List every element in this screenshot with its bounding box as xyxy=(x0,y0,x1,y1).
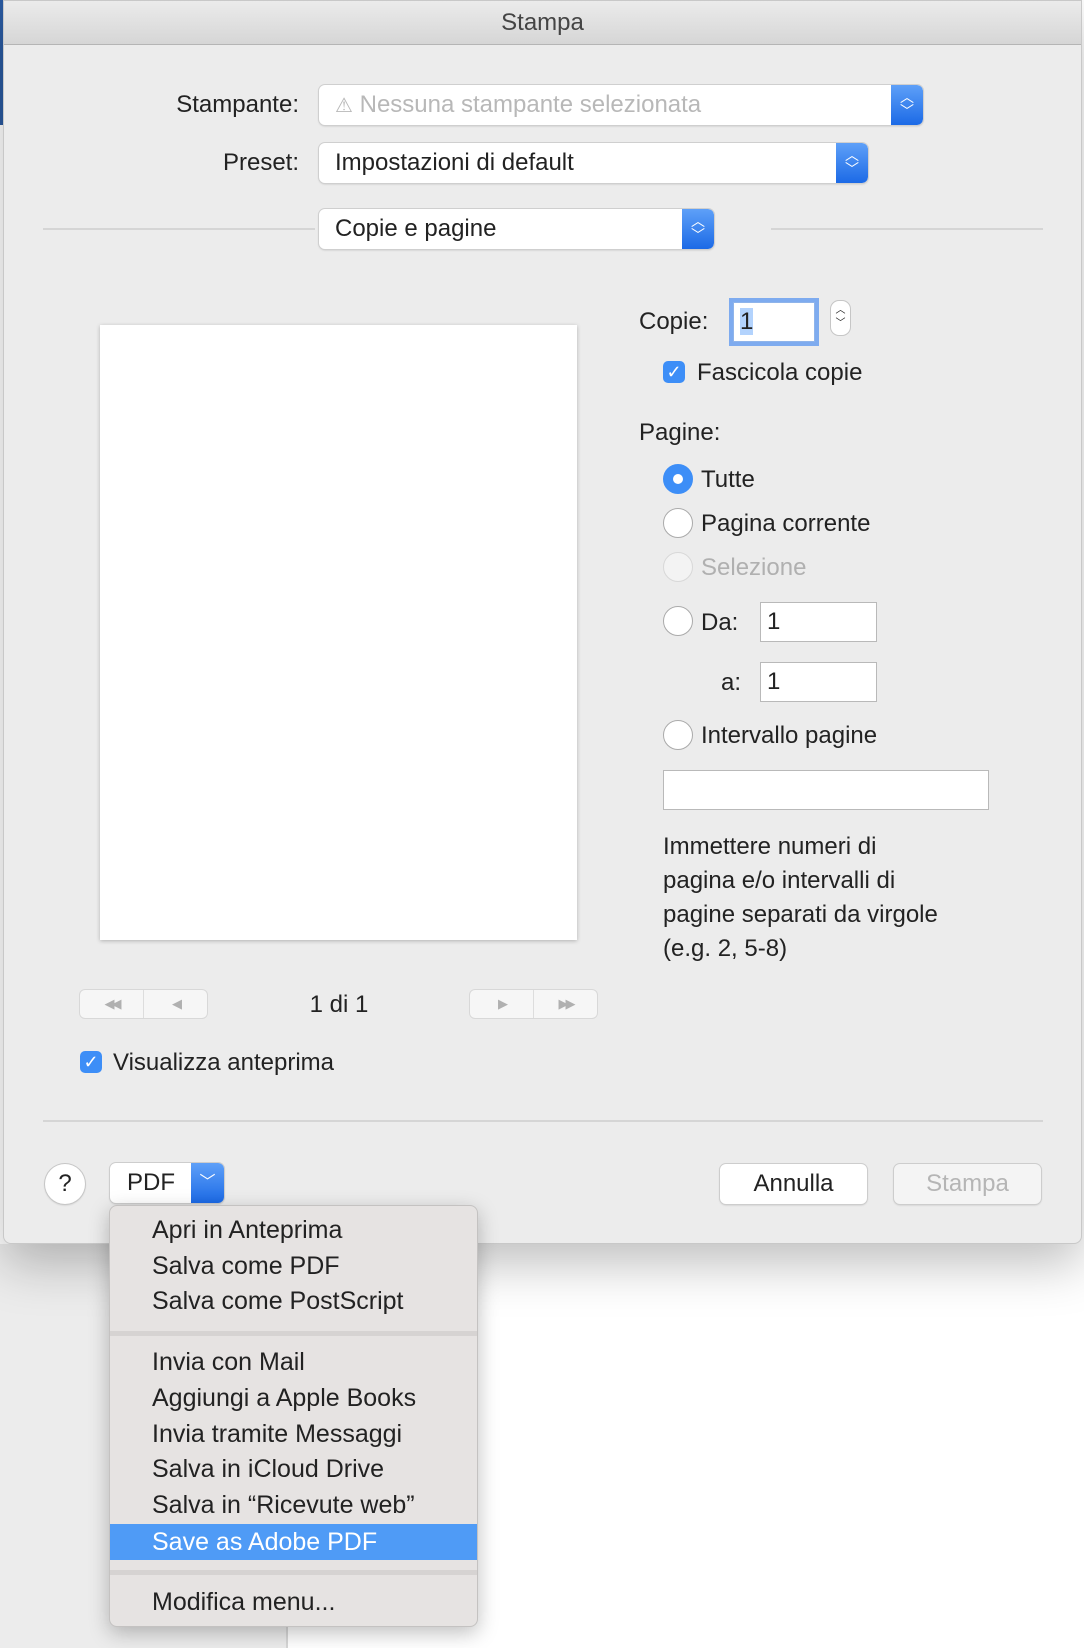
page-range-input[interactable] xyxy=(663,770,989,810)
chevron-down-icon: ﹀ xyxy=(191,1163,224,1203)
radio-current-label: Pagina corrente xyxy=(701,510,871,537)
menu-item-edit-menu[interactable]: Modifica menu... xyxy=(110,1584,477,1620)
help-line: pagine separati da virgole xyxy=(663,901,938,928)
radio-selection xyxy=(663,552,693,582)
radio-current-page[interactable] xyxy=(663,508,693,538)
chevron-updown-icon: ︿ ﹀ xyxy=(836,143,868,183)
help-button[interactable]: ? xyxy=(45,1164,85,1204)
radio-page-range[interactable] xyxy=(663,720,693,750)
first-page-button[interactable]: ◀◀ xyxy=(80,990,143,1018)
printer-popup[interactable]: ⚠ Nessuna stampante selezionata ︿ ﹀ xyxy=(319,85,923,125)
last-page-button[interactable]: ▶▶ xyxy=(533,990,597,1018)
dialog-title: Stampa xyxy=(4,1,1081,45)
preset-value: Impostazioni di default xyxy=(335,149,574,176)
radio-selection-label: Selezione xyxy=(701,554,807,581)
menu-item-web-receipts[interactable]: Salva in “Ricevute web” xyxy=(110,1487,477,1523)
preview-nav-forward[interactable]: ▶ ▶▶ xyxy=(470,990,597,1018)
help-line: pagina e/o intervalli di xyxy=(663,867,896,894)
radio-all-pages[interactable] xyxy=(663,464,693,494)
from-label: Da: xyxy=(701,609,739,636)
pdf-dropdown-menu: Apri in Anteprima Salva come PDF Salva c… xyxy=(109,1205,478,1627)
previous-page-button[interactable]: ◀ xyxy=(143,990,207,1018)
help-line: Immettere numeri di xyxy=(663,833,877,860)
collate-checkbox[interactable]: ✓ xyxy=(663,361,685,383)
pdf-menu-button[interactable]: PDF ﹀ xyxy=(110,1163,224,1203)
menu-separator xyxy=(110,1570,477,1575)
to-label: a: xyxy=(721,669,742,696)
menu-item-save-postscript[interactable]: Salva come PostScript xyxy=(110,1283,477,1319)
menu-item-save-pdf[interactable]: Salva come PDF xyxy=(110,1248,477,1284)
menu-item-send-mail[interactable]: Invia con Mail xyxy=(110,1344,477,1380)
menu-item-icloud-drive[interactable]: Salva in iCloud Drive xyxy=(110,1451,477,1487)
print-dialog: Stampa Stampante: ⚠ Nessuna stampante se… xyxy=(3,0,1082,1244)
chevron-updown-icon: ︿ ﹀ xyxy=(682,209,714,249)
menu-item-send-messages[interactable]: Invia tramite Messaggi xyxy=(110,1416,477,1452)
page-indicator: 1 di 1 xyxy=(309,991,369,1018)
menu-item-save-adobe-pdf[interactable]: Save as Adobe PDF xyxy=(110,1524,477,1560)
pdf-label: PDF xyxy=(127,1169,175,1196)
copies-input[interactable]: 1 xyxy=(733,302,815,342)
menu-item-open-preview[interactable]: Apri in Anteprima xyxy=(110,1212,477,1248)
preset-popup[interactable]: Impostazioni di default ︿ ﹀ xyxy=(319,143,868,183)
to-input[interactable]: 1 xyxy=(760,662,877,702)
printer-label: Stampante: xyxy=(176,91,299,118)
preview-nav-back: ◀◀ ◀ xyxy=(80,990,207,1018)
collate-label: Fascicola copie xyxy=(697,359,863,386)
pages-label: Pagine: xyxy=(639,419,721,446)
page-preview xyxy=(100,325,577,940)
page-range-help: Immettere numeri di pagina e/o intervall… xyxy=(663,830,938,966)
section-value: Copie e pagine xyxy=(335,215,497,242)
menu-item-apple-books[interactable]: Aggiungi a Apple Books xyxy=(110,1380,477,1416)
cancel-button[interactable]: Annulla xyxy=(720,1164,867,1204)
menu-separator xyxy=(110,1331,477,1336)
copies-value: 1 xyxy=(740,308,754,335)
copies-label: Copie: xyxy=(639,308,709,335)
radio-all-label: Tutte xyxy=(701,466,755,493)
copies-stepper[interactable]: ︿ ﹀ xyxy=(831,301,850,335)
chevron-updown-icon: ︿ ﹀ xyxy=(891,85,923,125)
warning-icon: ⚠ xyxy=(335,95,353,117)
show-preview-checkbox[interactable]: ✓ xyxy=(80,1051,102,1073)
divider xyxy=(43,228,315,230)
divider xyxy=(771,228,1043,230)
help-line: (e.g. 2, 5-8) xyxy=(663,935,788,962)
page-range-label: Intervallo pagine xyxy=(701,722,878,749)
print-button: Stampa xyxy=(894,1164,1041,1204)
preset-label: Preset: xyxy=(222,149,299,176)
section-popup[interactable]: Copie e pagine ︿ ﹀ xyxy=(319,209,714,249)
printer-value: Nessuna stampante selezionata xyxy=(359,91,702,118)
next-page-button[interactable]: ▶ xyxy=(470,990,533,1018)
divider xyxy=(43,1120,1043,1122)
radio-from[interactable] xyxy=(663,606,693,636)
show-preview-label: Visualizza anteprima xyxy=(113,1049,335,1076)
from-input[interactable]: 1 xyxy=(760,602,877,642)
